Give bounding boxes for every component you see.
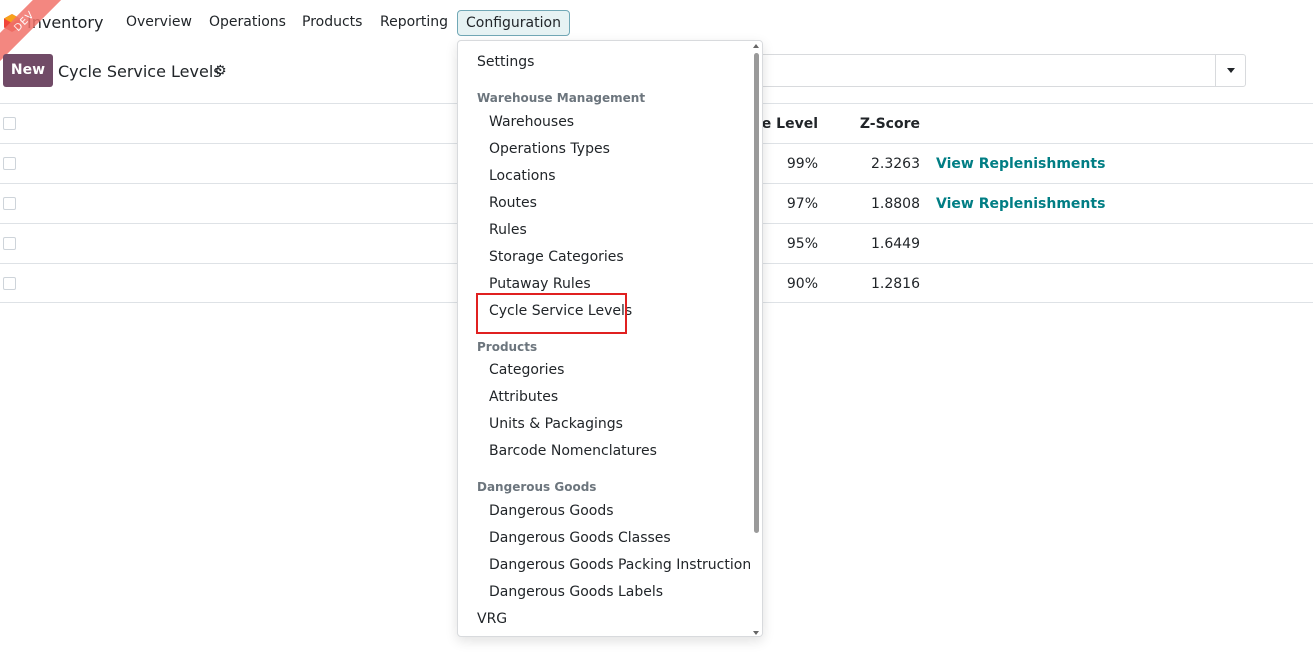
dropdown-scrollbar[interactable] <box>750 41 762 636</box>
page-title: Cycle Service Levels <box>58 62 222 81</box>
cell-z-score: 1.8808 <box>871 196 920 212</box>
menu-reporting[interactable]: Reporting <box>380 14 448 30</box>
select-all-checkbox[interactable] <box>3 117 16 130</box>
cell-z-score: 1.6449 <box>871 236 920 252</box>
view-replenishments-button[interactable]: View Replenishments <box>936 156 1105 172</box>
scroll-down-icon[interactable] <box>753 631 759 635</box>
menu-item-routes[interactable]: Routes <box>489 195 537 211</box>
row-checkbox[interactable] <box>3 237 16 250</box>
section-warehouse-management: Warehouse Management <box>477 91 646 105</box>
search-options-toggle[interactable] <box>1215 55 1245 86</box>
view-replenishments-button[interactable]: View Replenishments <box>936 196 1105 212</box>
configuration-dropdown-menu: Settings Warehouse Management Warehouses… <box>457 40 763 637</box>
menu-item-barcode-nomenclatures[interactable]: Barcode Nomenclatures <box>489 443 657 459</box>
cell-service-level: 99% <box>786 156 818 172</box>
menu-item-storage-categories[interactable]: Storage Categories <box>489 249 624 265</box>
cell-service-level: 97% <box>786 196 818 212</box>
menu-operations[interactable]: Operations <box>209 14 286 30</box>
menu-configuration[interactable]: Configuration <box>457 10 570 36</box>
menu-item-settings[interactable]: Settings <box>477 54 534 70</box>
cell-service-level: 90% <box>786 276 818 292</box>
menu-item-dangerous-goods-labels[interactable]: Dangerous Goods Labels <box>489 584 663 600</box>
row-checkbox[interactable] <box>3 157 16 170</box>
row-checkbox[interactable] <box>3 197 16 210</box>
section-dangerous-goods: Dangerous Goods <box>477 480 597 494</box>
menu-item-locations[interactable]: Locations <box>489 168 556 184</box>
search-input[interactable] <box>760 54 1246 87</box>
cell-z-score: 2.3263 <box>871 156 920 172</box>
cell-service-level: 95% <box>786 236 818 252</box>
scroll-up-icon[interactable] <box>753 44 759 48</box>
new-button[interactable]: New <box>3 54 53 87</box>
gear-icon[interactable]: ⚙ <box>214 63 227 79</box>
row-checkbox[interactable] <box>3 277 16 290</box>
menu-item-putaway-rules[interactable]: Putaway Rules <box>489 276 591 292</box>
menu-item-vrg[interactable]: VRG <box>477 611 507 627</box>
menu-item-warehouses[interactable]: Warehouses <box>489 114 574 130</box>
menu-overview[interactable]: Overview <box>126 14 192 30</box>
section-products: Products <box>477 340 538 354</box>
menu-item-dangerous-goods-classes[interactable]: Dangerous Goods Classes <box>489 530 671 546</box>
menu-item-attributes[interactable]: Attributes <box>489 389 558 405</box>
cell-z-score: 1.2816 <box>871 276 920 292</box>
menu-item-units-packagings[interactable]: Units & Packagings <box>489 416 623 432</box>
caret-down-icon <box>1227 68 1235 73</box>
scrollbar-thumb[interactable] <box>754 53 759 533</box>
highlight-annotation <box>476 293 627 334</box>
header-z-score[interactable]: Z-Score <box>860 116 920 132</box>
menu-item-dangerous-goods[interactable]: Dangerous Goods <box>489 503 614 519</box>
menu-item-rules[interactable]: Rules <box>489 222 527 238</box>
menu-item-categories[interactable]: Categories <box>489 362 564 378</box>
menu-item-dangerous-goods-packing-instructions[interactable]: Dangerous Goods Packing Instructions <box>489 557 759 573</box>
menu-item-operations-types[interactable]: Operations Types <box>489 141 610 157</box>
menu-products[interactable]: Products <box>302 14 362 30</box>
